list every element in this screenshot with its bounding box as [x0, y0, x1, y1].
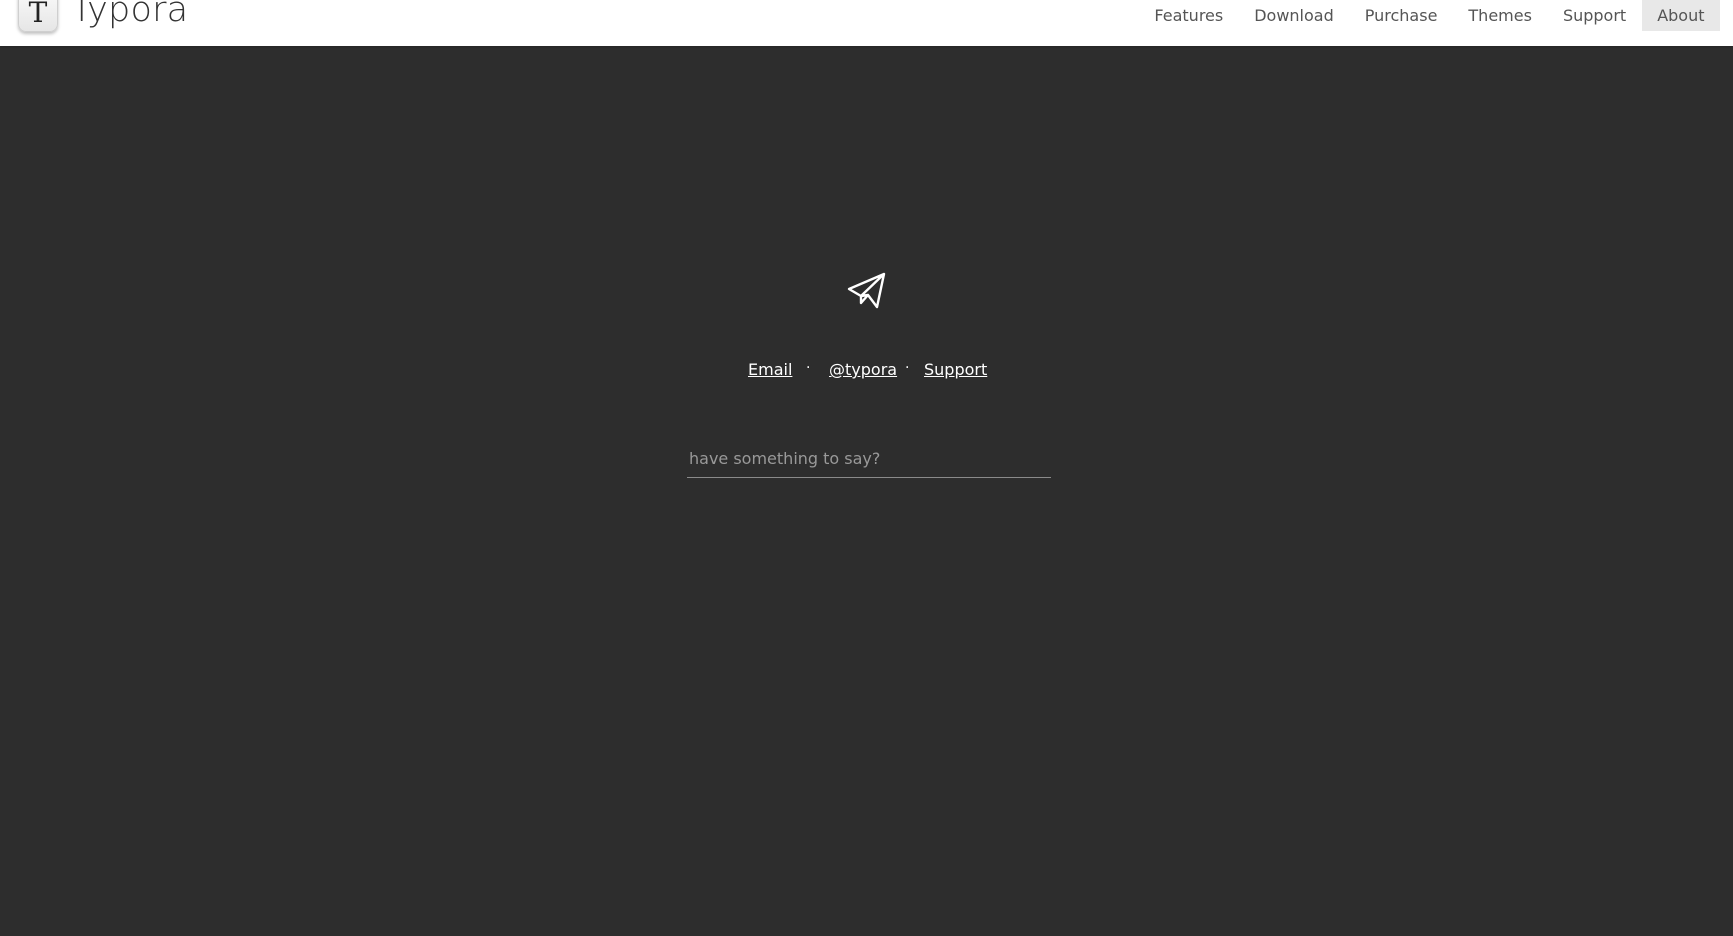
nav-features[interactable]: Features	[1139, 0, 1239, 31]
separator-dot: ·	[806, 360, 811, 376]
about-main: Email · @typora · Support	[0, 46, 1733, 936]
nav-download[interactable]: Download	[1239, 0, 1350, 31]
main-nav: Features Download Purchase Themes Suppor…	[1139, 0, 1720, 31]
paper-plane-icon	[847, 272, 886, 309]
support-link[interactable]: Support	[924, 360, 987, 379]
typora-logo-icon[interactable]: T	[18, 0, 58, 32]
twitter-link[interactable]: @typora	[829, 360, 897, 379]
site-header: T Typora Features Download Purchase Them…	[0, 0, 1733, 46]
nav-themes[interactable]: Themes	[1453, 0, 1548, 31]
nav-support[interactable]: Support	[1547, 0, 1641, 31]
message-input[interactable]	[687, 440, 1051, 478]
brand-name[interactable]: Typora	[71, 0, 188, 30]
email-link[interactable]: Email	[748, 360, 792, 379]
separator-dot: ·	[905, 360, 910, 376]
nav-about[interactable]: About	[1641, 0, 1720, 31]
nav-purchase[interactable]: Purchase	[1349, 0, 1453, 31]
